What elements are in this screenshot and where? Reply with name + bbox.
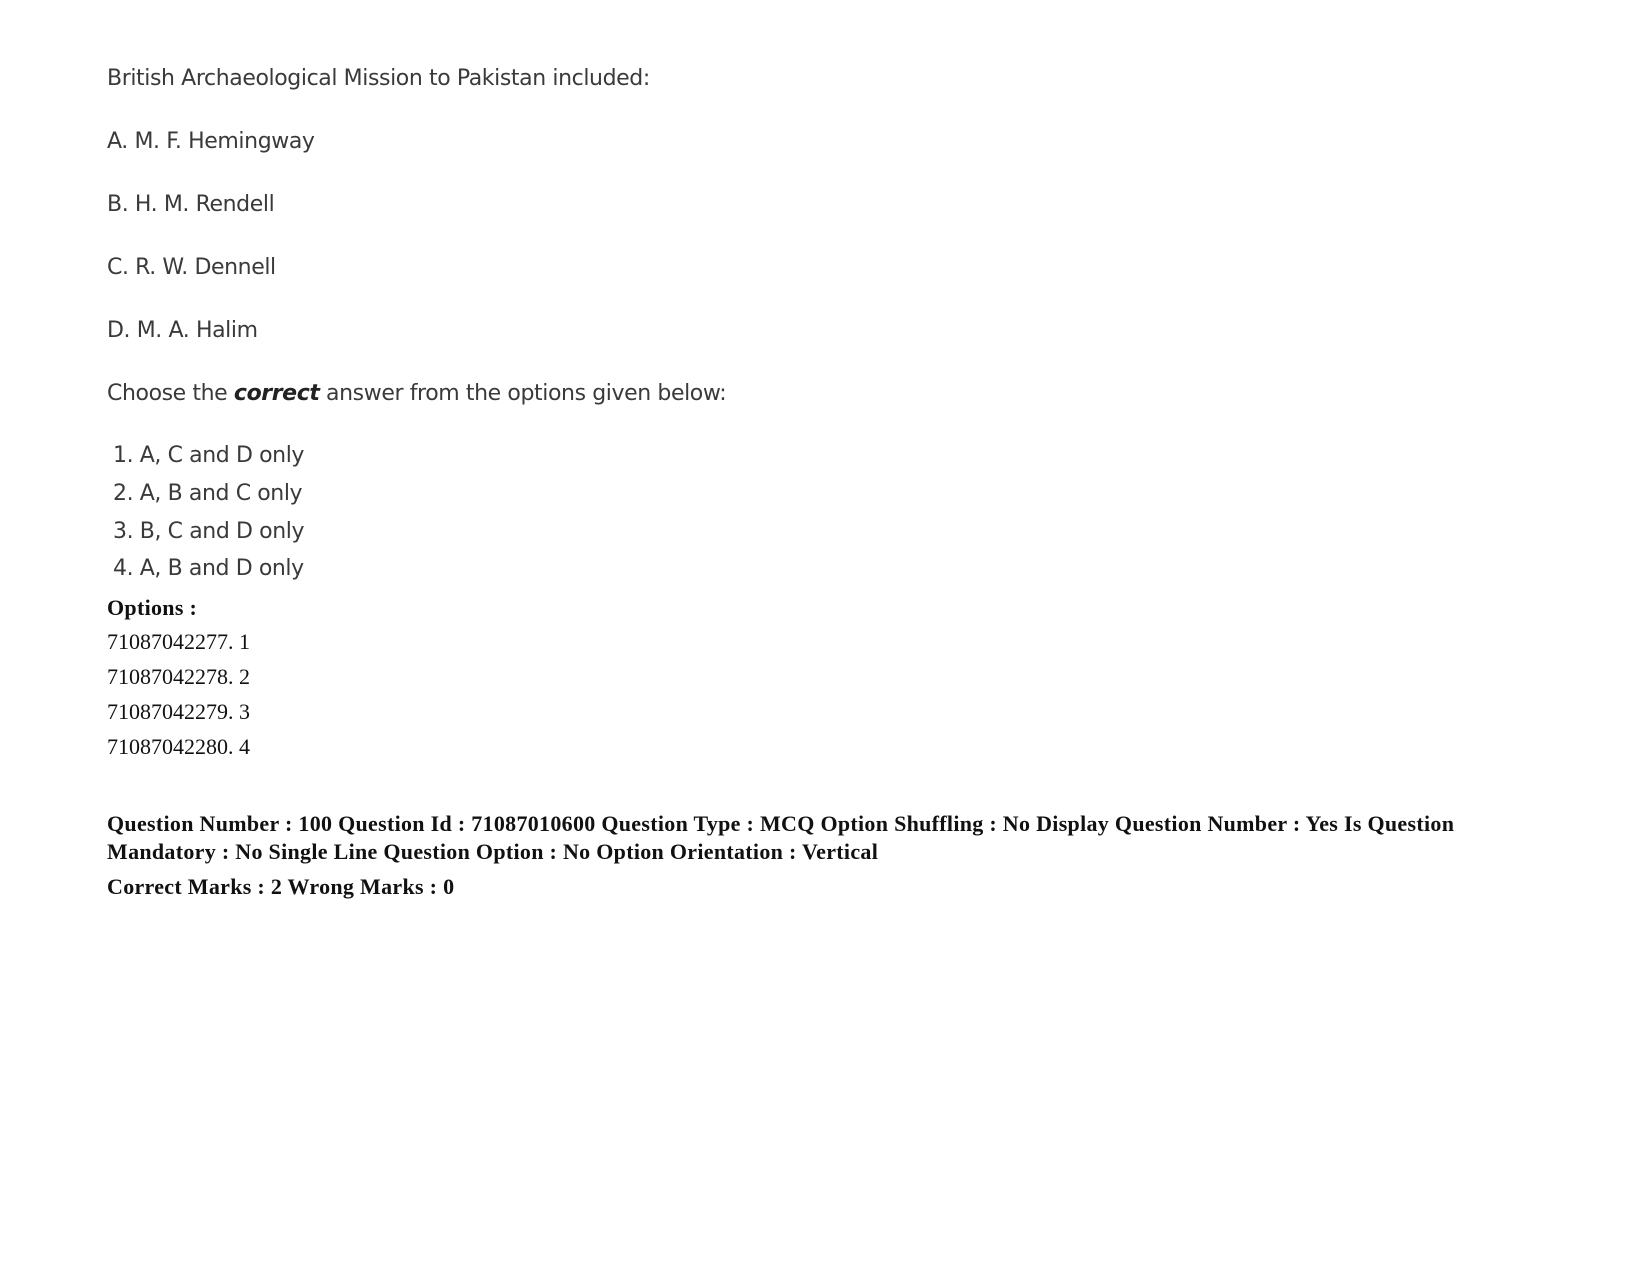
choice-3: 3. B, C and D only xyxy=(113,519,305,544)
statement-d: D. M. A. Halim xyxy=(107,318,258,343)
instruction-text: Choose the correct answer from the optio… xyxy=(107,381,727,406)
statement-c: C. R. W. Dennell xyxy=(107,255,276,280)
choice-4: 4. A, B and D only xyxy=(113,556,304,581)
statement-a: A. M. F. Hemingway xyxy=(107,129,315,154)
option-item-1: 71087042277. 1 xyxy=(107,629,250,654)
option-item-2: 71087042278. 2 xyxy=(107,664,250,689)
question-stem: British Archaeological Mission to Pakist… xyxy=(107,66,650,91)
instruction-emphasis: correct xyxy=(233,381,320,406)
option-item-4: 71087042280. 4 xyxy=(107,734,250,759)
options-heading: Options : xyxy=(107,595,198,620)
statement-b: B. H. M. Rendell xyxy=(107,192,275,217)
question-metadata: Question Number : 100 Question Id : 7108… xyxy=(107,811,1455,864)
instruction-prefix: Choose the xyxy=(107,381,234,406)
option-item-3: 71087042279. 3 xyxy=(107,699,250,724)
choice-1: 1. A, C and D only xyxy=(113,443,305,468)
marks-info: Correct Marks : 2 Wrong Marks : 0 xyxy=(107,874,455,899)
instruction-suffix: answer from the options given below: xyxy=(319,381,727,406)
choice-2: 2. A, B and C only xyxy=(113,481,303,506)
